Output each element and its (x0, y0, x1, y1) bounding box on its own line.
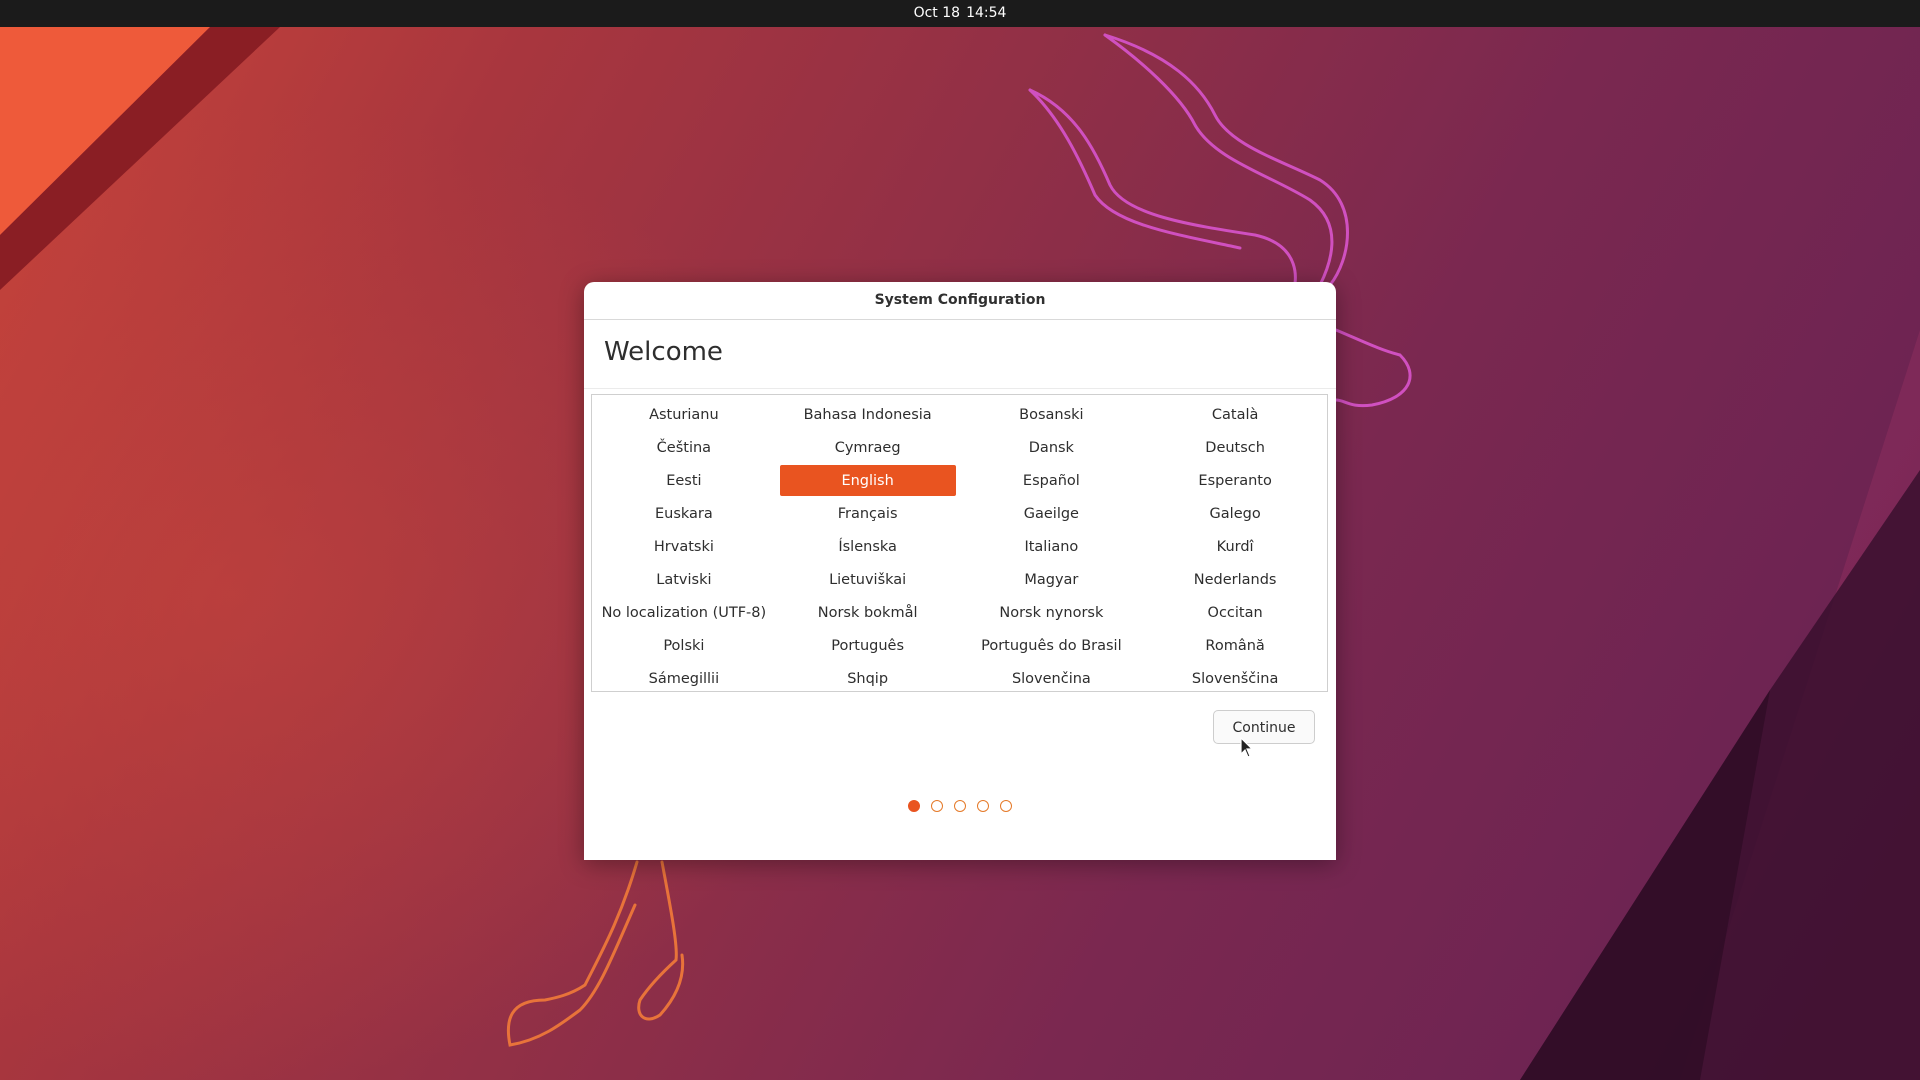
page-title: Welcome (604, 337, 723, 367)
language-item[interactable]: Asturianu (596, 398, 772, 431)
language-label: Português (831, 637, 905, 654)
system-configuration-dialog: System Configuration Welcome Asturianu Ba… (584, 282, 1336, 860)
continue-button[interactable]: Continue (1213, 710, 1315, 744)
language-item[interactable]: Italiano (963, 530, 1139, 563)
language-label: Čeština (656, 439, 712, 456)
language-item-selected[interactable]: English (779, 464, 956, 497)
language-label: Lietuviškai (829, 571, 907, 588)
language-label: Occitan (1207, 604, 1263, 621)
language-label: Français (837, 505, 898, 522)
step-dot-active[interactable] (908, 800, 920, 812)
language-list: Asturianu Bahasa Indonesia Bosanski Català Č… (591, 394, 1328, 692)
language-label: Shqip (847, 670, 889, 687)
language-label: Kurdî (1216, 538, 1254, 555)
language-item[interactable]: Dansk (963, 431, 1139, 464)
language-item[interactable]: Español (963, 464, 1139, 497)
clock-date[interactable]: Oct 18 (914, 5, 960, 21)
language-label: Bahasa Indonesia (803, 406, 932, 423)
language-item[interactable]: Slovenčina (963, 662, 1139, 695)
language-item[interactable]: Occitan (1147, 596, 1323, 629)
language-label: Bosanski (1019, 406, 1084, 423)
language-item[interactable]: Română (1147, 629, 1323, 662)
language-item[interactable]: Sámegillii (596, 662, 772, 695)
language-label: Hrvatski (653, 538, 714, 555)
heading-divider (584, 388, 1336, 389)
language-label: Norsk nynorsk (999, 604, 1104, 621)
language-label: Slovenščina (1191, 670, 1279, 687)
mouse-pointer-icon (1240, 737, 1254, 758)
language-item[interactable]: Português do Brasil (963, 629, 1139, 662)
language-label: Dansk (1028, 439, 1074, 456)
language-item[interactable]: Bosanski (963, 398, 1139, 431)
language-label: Polski (663, 637, 705, 654)
clock-time[interactable]: 14:54 (966, 5, 1006, 21)
language-label: Norsk bokmål (817, 604, 918, 621)
language-item[interactable]: Cymraeg (780, 431, 956, 464)
language-item[interactable]: Euskara (596, 497, 772, 530)
step-dot[interactable] (977, 800, 989, 812)
language-item[interactable]: Français (780, 497, 956, 530)
language-label: Magyar (1024, 571, 1079, 588)
language-item[interactable]: Galego (1147, 497, 1323, 530)
language-label: English (779, 465, 956, 496)
language-label: Català (1211, 406, 1259, 423)
top-bar: Oct 18 14:54 (0, 0, 1920, 27)
language-label: Español (1022, 472, 1080, 489)
language-item[interactable]: Latviski (596, 563, 772, 596)
language-label: Galego (1209, 505, 1261, 522)
language-label: Eesti (666, 472, 702, 489)
language-label: Italiano (1024, 538, 1079, 555)
language-label: Română (1205, 637, 1265, 654)
language-label: Esperanto (1198, 472, 1272, 489)
step-dot[interactable] (1000, 800, 1012, 812)
language-item[interactable]: Hrvatski (596, 530, 772, 563)
language-label: Slovenčina (1011, 670, 1091, 687)
language-item[interactable]: Shqip (780, 662, 956, 695)
language-label: Euskara (654, 505, 713, 522)
language-item[interactable]: Čeština (596, 431, 772, 464)
step-dot[interactable] (954, 800, 966, 812)
language-item[interactable]: Kurdî (1147, 530, 1323, 563)
language-label: Latviski (656, 571, 712, 588)
language-item[interactable]: Polski (596, 629, 772, 662)
step-dot[interactable] (931, 800, 943, 812)
language-item[interactable]: No localization (UTF-8) (596, 596, 772, 629)
language-label: Asturianu (649, 406, 719, 423)
language-item[interactable]: Gaeilge (963, 497, 1139, 530)
language-item[interactable]: Íslenska (780, 530, 956, 563)
language-label: Cymraeg (834, 439, 901, 456)
language-item[interactable]: Esperanto (1147, 464, 1323, 497)
language-item[interactable]: Magyar (963, 563, 1139, 596)
language-label: Português do Brasil (981, 637, 1122, 654)
language-item[interactable]: Lietuviškai (780, 563, 956, 596)
language-label: Nederlands (1193, 571, 1277, 588)
language-item[interactable]: Deutsch (1147, 431, 1323, 464)
language-item[interactable]: Bahasa Indonesia (780, 398, 956, 431)
step-indicator (584, 800, 1336, 816)
language-item[interactable]: Norsk nynorsk (963, 596, 1139, 629)
language-item[interactable]: Norsk bokmål (780, 596, 956, 629)
language-label: Gaeilge (1023, 505, 1079, 522)
dialog-title: System Configuration (584, 282, 1336, 320)
language-label: Deutsch (1205, 439, 1265, 456)
language-label: No localization (UTF-8) (601, 604, 767, 621)
language-item[interactable]: Català (1147, 398, 1323, 431)
language-item[interactable]: Nederlands (1147, 563, 1323, 596)
language-label: Sámegillii (648, 670, 720, 687)
language-label: Íslenska (838, 538, 897, 555)
language-item[interactable]: Slovenščina (1147, 662, 1323, 695)
language-item[interactable]: Português (780, 629, 956, 662)
language-item[interactable]: Eesti (596, 464, 772, 497)
